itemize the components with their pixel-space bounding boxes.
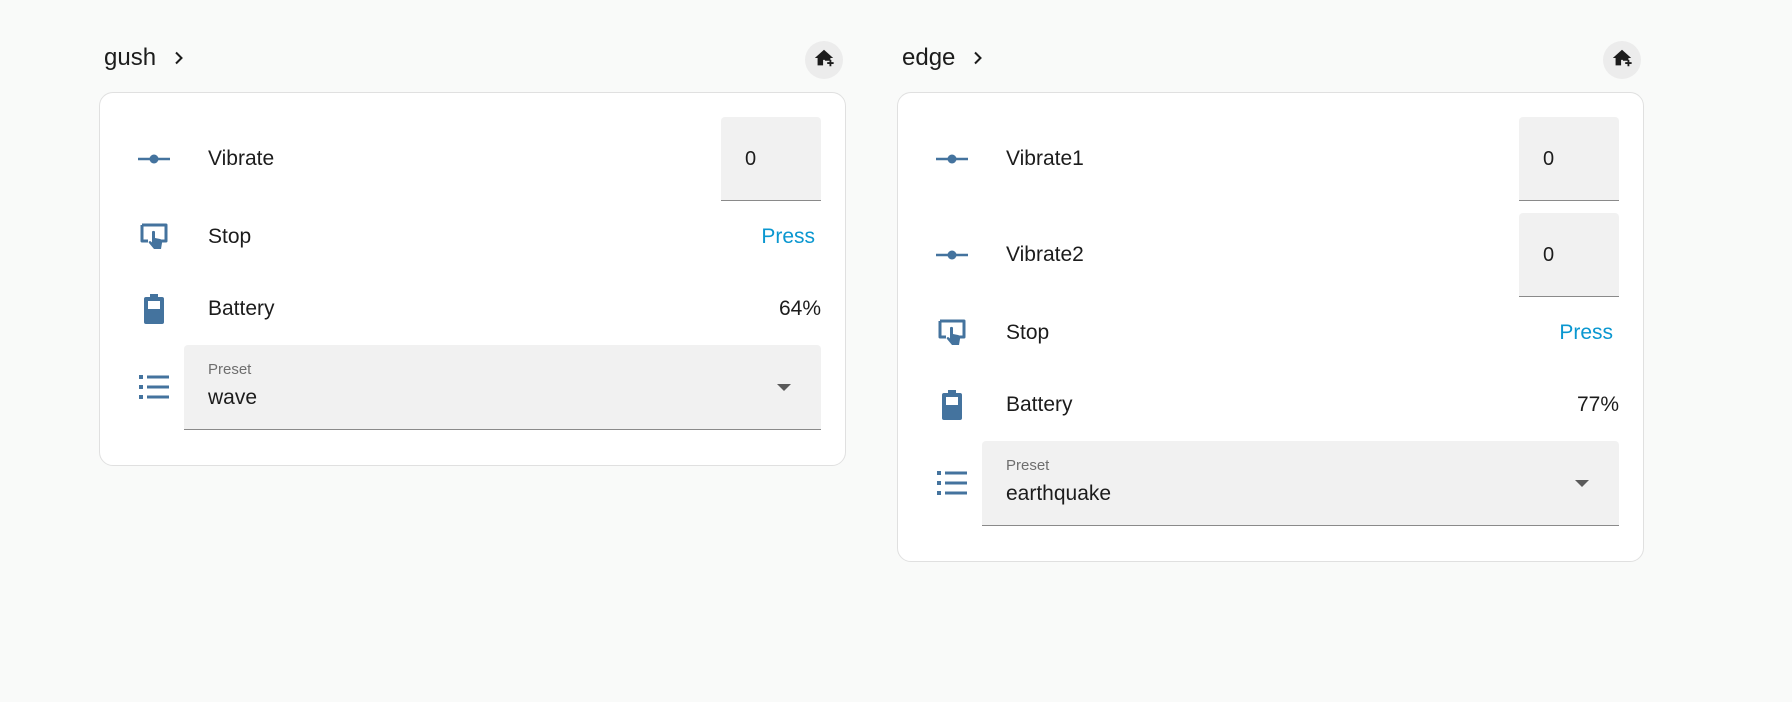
slider-icon [936, 143, 968, 175]
chevron-right-icon [969, 49, 987, 67]
add-to-area-button[interactable] [805, 41, 843, 79]
dropdown-arrow-icon [777, 384, 791, 391]
entity-row-stop: Stop Press [898, 297, 1643, 369]
device-name: gush [104, 44, 157, 71]
gesture-tap-button-icon [936, 317, 968, 349]
entity-label: Vibrate1 [1006, 147, 1084, 170]
home-plus-icon [813, 47, 835, 74]
entity-label: Stop [1006, 321, 1050, 344]
select-value: earthquake [1006, 482, 1112, 505]
vibrate-number-input[interactable]: 0 [721, 117, 821, 201]
vibrate1-number-input[interactable]: 0 [1519, 117, 1619, 201]
entity-row-stop: Stop Press [100, 201, 845, 273]
entity-row-vibrate2: Vibrate2 0 [898, 213, 1643, 297]
select-value: wave [208, 386, 258, 409]
device-header: gush [99, 0, 849, 79]
battery-icon [936, 389, 968, 421]
device-card-gush: gush Vibrate 0 Stop Press Battery 64% Pr… [99, 0, 849, 466]
slider-icon [138, 143, 170, 175]
entity-label: Vibrate [208, 147, 275, 170]
entity-row-preset: Preset earthquake [898, 441, 1643, 526]
entity-row-battery: Battery 77% [898, 369, 1643, 441]
device-header: edge [897, 0, 1647, 79]
entities-card: Vibrate1 0 Vibrate2 0 Stop Press Battery [897, 92, 1644, 562]
device-title-link[interactable]: edge [902, 44, 987, 72]
device-card-edge: edge Vibrate1 0 Vibrate2 0 Stop Press Ba… [897, 0, 1647, 562]
preset-select[interactable]: Preset wave [184, 345, 821, 430]
entity-label: Battery [208, 297, 275, 320]
select-label: Preset [208, 361, 252, 378]
entity-label: Vibrate2 [1006, 243, 1084, 266]
entity-row-battery: Battery 64% [100, 273, 845, 345]
entity-row-vibrate: Vibrate 0 [100, 117, 845, 201]
entity-row-vibrate1: Vibrate1 0 [898, 117, 1643, 213]
chevron-right-icon [170, 49, 188, 67]
entity-label: Stop [208, 225, 252, 248]
press-button[interactable]: Press [761, 225, 815, 249]
device-name: edge [902, 44, 956, 71]
preset-select[interactable]: Preset earthquake [982, 441, 1619, 526]
vibrate2-number-input[interactable]: 0 [1519, 213, 1619, 297]
home-plus-icon [1611, 47, 1633, 74]
select-label: Preset [1006, 457, 1050, 474]
battery-value: 77% [1576, 393, 1619, 416]
entities-card: Vibrate 0 Stop Press Battery 64% Preset … [99, 92, 846, 466]
format-list-icon [138, 371, 170, 403]
add-to-area-button[interactable] [1603, 41, 1641, 79]
format-list-icon [936, 467, 968, 499]
press-button[interactable]: Press [1559, 321, 1613, 345]
battery-icon [138, 293, 170, 325]
gesture-tap-button-icon [138, 221, 170, 253]
battery-value: 64% [778, 297, 821, 320]
entity-row-preset: Preset wave [100, 345, 845, 430]
dropdown-arrow-icon [1575, 480, 1589, 487]
entity-label: Battery [1006, 393, 1073, 416]
device-title-link[interactable]: gush [104, 44, 188, 72]
slider-icon [936, 239, 968, 271]
